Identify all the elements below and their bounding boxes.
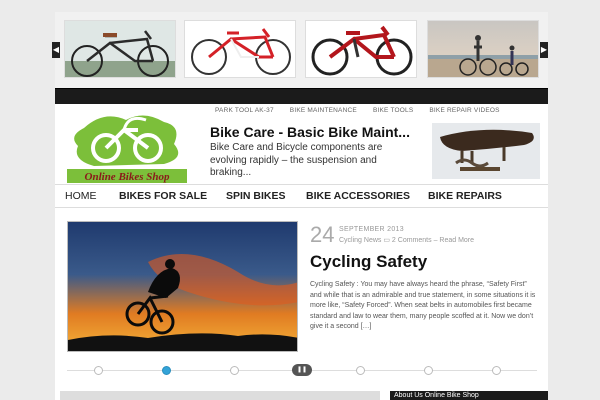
carousel-prev-button[interactable]: ◀ (52, 42, 60, 58)
slider-dot[interactable] (424, 366, 433, 375)
headline-image[interactable] (432, 123, 540, 179)
feature-image[interactable] (67, 221, 298, 352)
site-header: Online Bikes Shop PARK TOOL AK-37 BIKE M… (55, 104, 548, 184)
carousel-item-beach-bikes[interactable] (427, 20, 539, 78)
slider-dot[interactable] (492, 366, 501, 375)
carousel-next-button[interactable]: ▶ (540, 42, 548, 58)
main-nav: HOME BIKES FOR SALE SPIN BIKES BIKE ACCE… (55, 184, 548, 208)
headline-excerpt: Bike Care and Bicycle components are evo… (210, 142, 383, 178)
top-dark-bar (55, 88, 548, 104)
chevron-right-icon: ▶ (540, 45, 548, 54)
carousel-item-mountain-bike[interactable] (305, 20, 417, 78)
post-comments-link[interactable]: 2 Comments (392, 237, 432, 244)
nav-item-bike-accessories[interactable]: BIKE ACCESSORIES (306, 190, 410, 202)
site-logo[interactable]: Online Bikes Shop (64, 108, 191, 186)
logo-text: Online Bikes Shop (85, 171, 170, 183)
slider-dot[interactable] (356, 366, 365, 375)
content-section-header (60, 391, 380, 400)
top-link-bike-tools[interactable]: BIKE TOOLS (373, 107, 413, 114)
post-meta: Cycling News ▭ 2 Comments – Read More (339, 236, 474, 244)
slider-dot-active[interactable] (162, 366, 171, 375)
post-date-month: SEPTEMBER 2013 (339, 226, 404, 233)
slider-dot[interactable] (230, 366, 239, 375)
post-category-link[interactable]: Cycling News (339, 237, 381, 244)
post-title[interactable]: Cycling Safety (310, 252, 427, 272)
headline-title[interactable]: Bike Care - Basic Bike Maint... (210, 124, 410, 140)
post-date-day: 24 (310, 222, 335, 247)
top-link-park-tool[interactable]: PARK TOOL AK-37 (215, 107, 274, 114)
post-excerpt: Cycling Safety : You may have always hea… (310, 281, 536, 330)
carousel-item-road-bike[interactable] (184, 20, 296, 78)
read-more-link[interactable]: Read More (439, 237, 474, 244)
sidebar-widget-title: About Us Online Bike Shop (390, 391, 548, 400)
nav-item-bikes-for-sale[interactable]: BIKES FOR SALE (119, 190, 207, 202)
comment-icon: ▭ (383, 237, 392, 244)
top-links: PARK TOOL AK-37 BIKE MAINTENANCE BIKE TO… (215, 107, 514, 114)
top-carousel (55, 12, 548, 88)
top-link-bike-repair-videos[interactable]: BIKE REPAIR VIDEOS (429, 107, 499, 114)
nav-item-home[interactable]: HOME (65, 190, 97, 202)
carousel-item-cruiser-bike[interactable] (64, 20, 176, 78)
nav-item-spin-bikes[interactable]: SPIN BIKES (226, 190, 286, 202)
slider-pause-button[interactable]: ❚❚ (292, 364, 312, 376)
slider-dot[interactable] (94, 366, 103, 375)
top-link-bike-maintenance[interactable]: BIKE MAINTENANCE (290, 107, 357, 114)
chevron-left-icon: ◀ (52, 45, 60, 54)
nav-item-bike-repairs[interactable]: BIKE REPAIRS (428, 190, 502, 202)
